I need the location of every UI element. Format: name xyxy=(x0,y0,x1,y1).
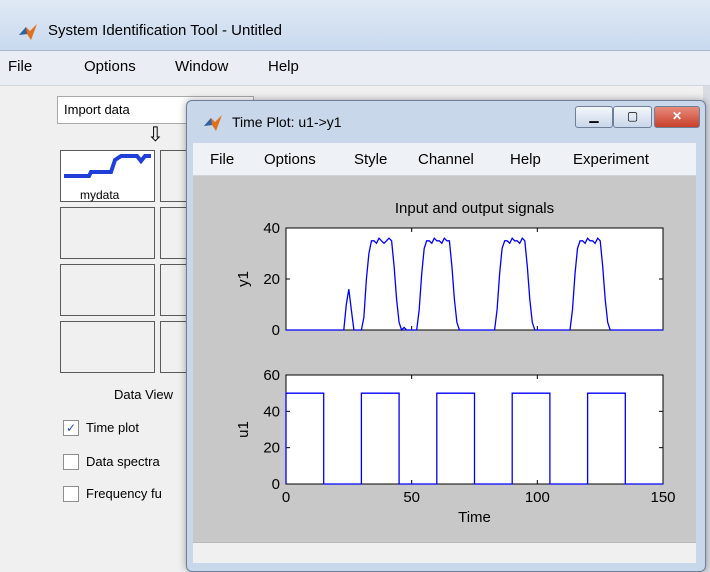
x-axis-label: Time xyxy=(458,509,491,526)
y-axis-label: y1 xyxy=(235,271,252,287)
y-tick-label: 60 xyxy=(263,367,280,384)
x-tick-label: 0 xyxy=(282,489,290,506)
y-tick-label: 20 xyxy=(263,440,280,457)
x-tick-label: 150 xyxy=(650,489,675,506)
y-tick-label: 20 xyxy=(263,271,280,288)
chart-title: Input and output signals xyxy=(395,200,554,217)
y-tick-label: 40 xyxy=(263,403,280,420)
signals-chart: 0 20 40 y1 0 20 40 60 u1 Input and output signals… xyxy=(235,200,676,526)
y-tick-label: 40 xyxy=(263,220,280,237)
x-tick-label: 100 xyxy=(525,489,550,506)
y-tick-label: 0 xyxy=(272,322,280,339)
y-tick-label: 0 xyxy=(272,476,280,493)
x-tick-label: 50 xyxy=(403,489,420,506)
y-axis-label: u1 xyxy=(235,421,252,438)
